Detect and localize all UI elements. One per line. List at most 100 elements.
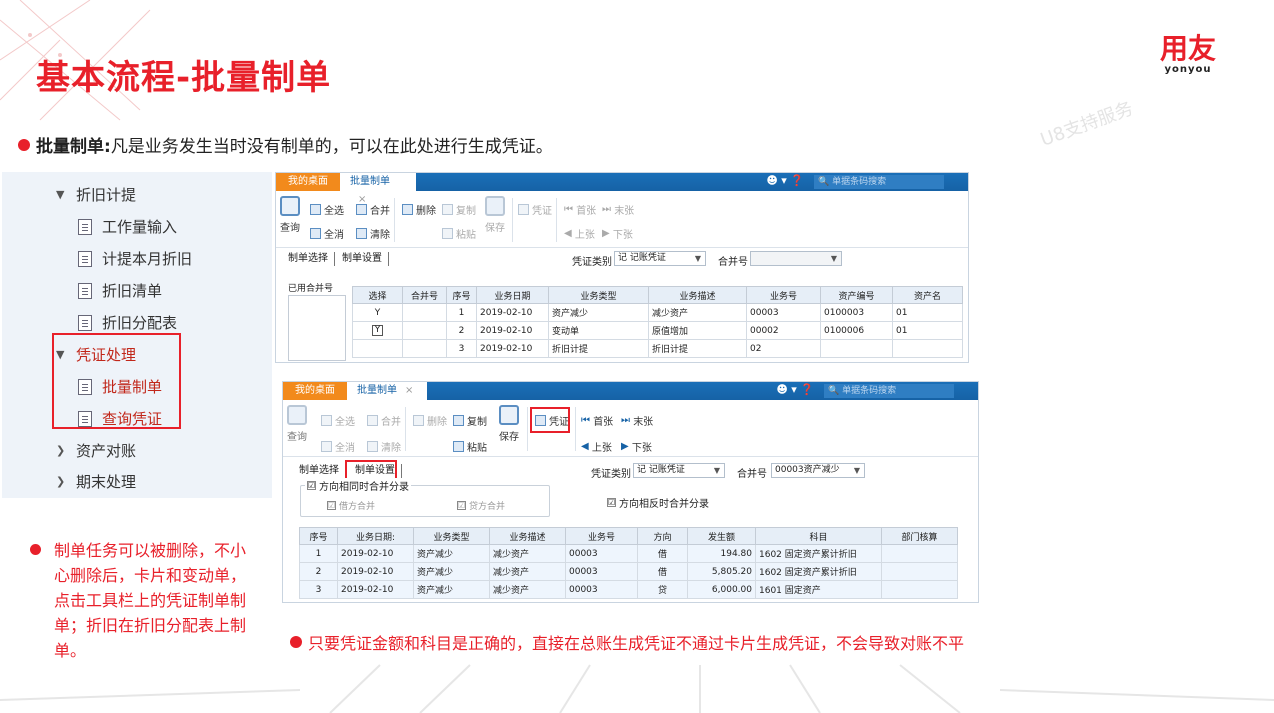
tab-my-desktop[interactable]: 我的桌面 bbox=[283, 382, 347, 400]
select-all-button[interactable]: 全选 bbox=[321, 413, 355, 428]
credit-merge-option[interactable]: ☑ 贷方合并 bbox=[457, 499, 505, 512]
query-icon bbox=[287, 405, 307, 425]
next-button[interactable]: ▶ 下张 bbox=[602, 226, 633, 241]
paste-button[interactable]: 粘贴 bbox=[453, 439, 487, 454]
save-icon bbox=[499, 405, 519, 425]
voucher-type-select[interactable]: 记 记账凭证 ▼ bbox=[614, 251, 706, 266]
chevron-right-icon: ❯ bbox=[56, 444, 66, 457]
search-input[interactable]: 🔍 单据条码搜索 bbox=[824, 384, 954, 398]
clear-button[interactable]: 清除 bbox=[367, 439, 401, 454]
checkbox-checked-icon: ☑ bbox=[307, 481, 316, 490]
delete-icon bbox=[402, 204, 413, 215]
search-input[interactable]: 🔍 单据条码搜索 bbox=[814, 175, 944, 189]
debit-merge-option[interactable]: ☑ 借方合并 bbox=[327, 499, 375, 512]
table-row[interactable]: 1 2019-02-10 资产减少 减少资产 00003 借 194.80 16… bbox=[299, 544, 958, 563]
document-icon bbox=[78, 282, 92, 299]
toolbar: 查询 全选 全消 合并 清除 删除 复制 粘贴 保存 凭证 ⏮ 首张 ⏭ 末张 … bbox=[276, 192, 968, 248]
save-button[interactable]: 保存 bbox=[484, 196, 506, 234]
close-icon[interactable]: × bbox=[405, 385, 413, 396]
tab-bar: 我的桌面 批量制单× ☻ ▾ ❓ 🔍 单据条码搜索 bbox=[276, 173, 968, 205]
toolbar-divider bbox=[512, 198, 513, 242]
delete-button[interactable]: 删除 bbox=[413, 413, 447, 428]
copy-button[interactable]: 复制 bbox=[453, 413, 487, 428]
prev-button[interactable]: ◀ 上张 bbox=[581, 439, 612, 454]
merge-no-select[interactable]: 00003资产减少 ▼ bbox=[771, 463, 865, 478]
table-header: 序号 业务日期: 业务类型 业务描述 业务号 方向 发生额 科目 部门核算 bbox=[299, 527, 958, 545]
voucher-button[interactable]: 凭证 bbox=[518, 202, 552, 217]
table-row[interactable]: 3 2019-02-10 资产减少 减少资产 00003 贷 6,000.00 … bbox=[299, 580, 958, 599]
help-icons[interactable]: ☻ ▾ ❓ bbox=[776, 383, 814, 396]
intro-bold: 批量制单: bbox=[36, 137, 111, 157]
select-all-button[interactable]: 全选 bbox=[310, 202, 344, 217]
tab-batch-voucher[interactable]: 批量制单× bbox=[340, 173, 416, 205]
tree-group-reconcile[interactable]: ❯ 资产对账 bbox=[56, 440, 136, 461]
tab-voucher-select[interactable]: 制单选择 bbox=[282, 252, 335, 266]
select-cell[interactable]: Y bbox=[352, 303, 403, 322]
select-checkbox[interactable]: Y bbox=[372, 325, 383, 336]
merge-button[interactable]: 合并 bbox=[356, 202, 390, 217]
table-row[interactable]: 2 2019-02-10 资产减少 减少资产 00003 借 5,805.20 … bbox=[299, 562, 958, 581]
chevron-down-icon: ▼ bbox=[830, 254, 837, 263]
merged-numbers-list[interactable] bbox=[288, 295, 346, 361]
help-icons[interactable]: ☻ ▾ ❓ bbox=[766, 174, 804, 187]
tree-item-workload-input[interactable]: 工作量输入 bbox=[78, 216, 177, 237]
copy-button[interactable]: 复制 bbox=[442, 202, 476, 217]
toolbar-divider bbox=[405, 407, 406, 451]
intro-text: 凡是业务发生当时没有制单的，可以在此处进行生成凭证。 bbox=[110, 137, 553, 157]
delete-button[interactable]: 删除 bbox=[402, 202, 436, 217]
tab-batch-voucher[interactable]: 批量制单× bbox=[347, 382, 427, 400]
table-row[interactable]: Y 1 2019-02-10 资产减少 减少资产 00003 0100003 0… bbox=[352, 303, 963, 322]
watermark: U8支持服务 bbox=[1037, 98, 1136, 151]
note-bottom: 只要凭证金额和科目是正确的，直接在总账生成凭证不通过卡片生成凭证，不会导致对账不… bbox=[290, 630, 964, 654]
first-button[interactable]: ⏮ 首张 bbox=[564, 202, 596, 217]
batch-voucher-window-select: 我的桌面 批量制单× ☻ ▾ ❓ 🔍 单据条码搜索 查询 全选 全消 合并 清除… bbox=[275, 172, 969, 363]
tree-item-allocation-table[interactable]: 折旧分配表 bbox=[78, 312, 177, 333]
next-button[interactable]: ▶ 下张 bbox=[621, 439, 652, 454]
table-row[interactable]: Y 2 2019-02-10 变动单 原值增加 00002 0100006 01 bbox=[352, 321, 963, 340]
merge-icon bbox=[356, 204, 367, 215]
tab-bar: 我的桌面 批量制单× ☻ ▾ ❓ 🔍 单据条码搜索 bbox=[283, 382, 978, 400]
toolbar-divider bbox=[556, 198, 557, 242]
merge-icon bbox=[367, 415, 378, 426]
tree-item-calc-depreciation[interactable]: 计提本月折旧 bbox=[78, 248, 192, 269]
first-icon: ⏮ bbox=[564, 204, 577, 215]
table-row[interactable]: 3 2019-02-10 折旧计提 折旧计提 02 bbox=[352, 339, 963, 358]
yonyou-logo: 用友 yonyou bbox=[1160, 34, 1216, 76]
merge-button[interactable]: 合并 bbox=[367, 413, 401, 428]
deselect-all-button[interactable]: 全消 bbox=[310, 226, 344, 241]
last-icon: ⏭ bbox=[602, 204, 615, 215]
prev-icon: ◀ bbox=[581, 441, 592, 452]
first-button[interactable]: ⏮ 首张 bbox=[581, 413, 613, 428]
tree-group-depreciation[interactable]: ▼ 折旧计提 bbox=[56, 184, 136, 205]
chevron-right-icon: ❯ bbox=[56, 475, 66, 488]
opposite-direction-option[interactable]: ☑ 方向相反时合并分录 bbox=[607, 495, 709, 510]
save-button[interactable]: 保存 bbox=[497, 405, 521, 443]
paste-button[interactable]: 粘贴 bbox=[442, 226, 476, 241]
delete-icon bbox=[413, 415, 424, 426]
tab-voucher-select[interactable]: 制单选择 bbox=[293, 464, 346, 478]
voucher-type-select[interactable]: 记 记账凭证 ▼ bbox=[633, 463, 725, 478]
intro-bullet: 批量制单: 凡是业务发生当时没有制单的，可以在此处进行生成凭证。 bbox=[18, 132, 553, 157]
chevron-down-icon: ▼ bbox=[713, 466, 720, 475]
last-button[interactable]: ⏭ 末张 bbox=[621, 413, 653, 428]
toolbar-divider bbox=[575, 407, 576, 451]
toolbar-divider bbox=[394, 198, 395, 242]
select-cell[interactable] bbox=[352, 339, 403, 358]
query-button[interactable]: 查询 bbox=[287, 405, 307, 443]
query-icon bbox=[280, 196, 300, 216]
tab-my-desktop[interactable]: 我的桌面 bbox=[276, 173, 340, 191]
same-direction-option[interactable]: ☑ 方向相同时合并分录 bbox=[305, 478, 411, 493]
clear-button[interactable]: 清除 bbox=[356, 226, 390, 241]
merge-no-select[interactable]: ▼ bbox=[750, 251, 842, 266]
deselect-all-button[interactable]: 全消 bbox=[321, 439, 355, 454]
table-header: 选择 合并号 序号 业务日期 业务类型 业务描述 业务号 资产编号 资产名 bbox=[352, 286, 963, 304]
checkbox-checked-icon: ☑ bbox=[607, 498, 616, 507]
query-button[interactable]: 查询 bbox=[280, 196, 300, 234]
select-cell[interactable]: Y bbox=[352, 321, 403, 340]
last-button[interactable]: ⏭ 末张 bbox=[602, 202, 634, 217]
tab-voucher-settings[interactable]: 制单设置 bbox=[336, 252, 389, 266]
prev-button[interactable]: ◀ 上张 bbox=[564, 226, 595, 241]
tree-item-depreciation-list[interactable]: 折旧清单 bbox=[78, 280, 162, 301]
tree-group-period-end[interactable]: ❯ 期末处理 bbox=[56, 471, 136, 492]
first-icon: ⏮ bbox=[581, 415, 594, 426]
